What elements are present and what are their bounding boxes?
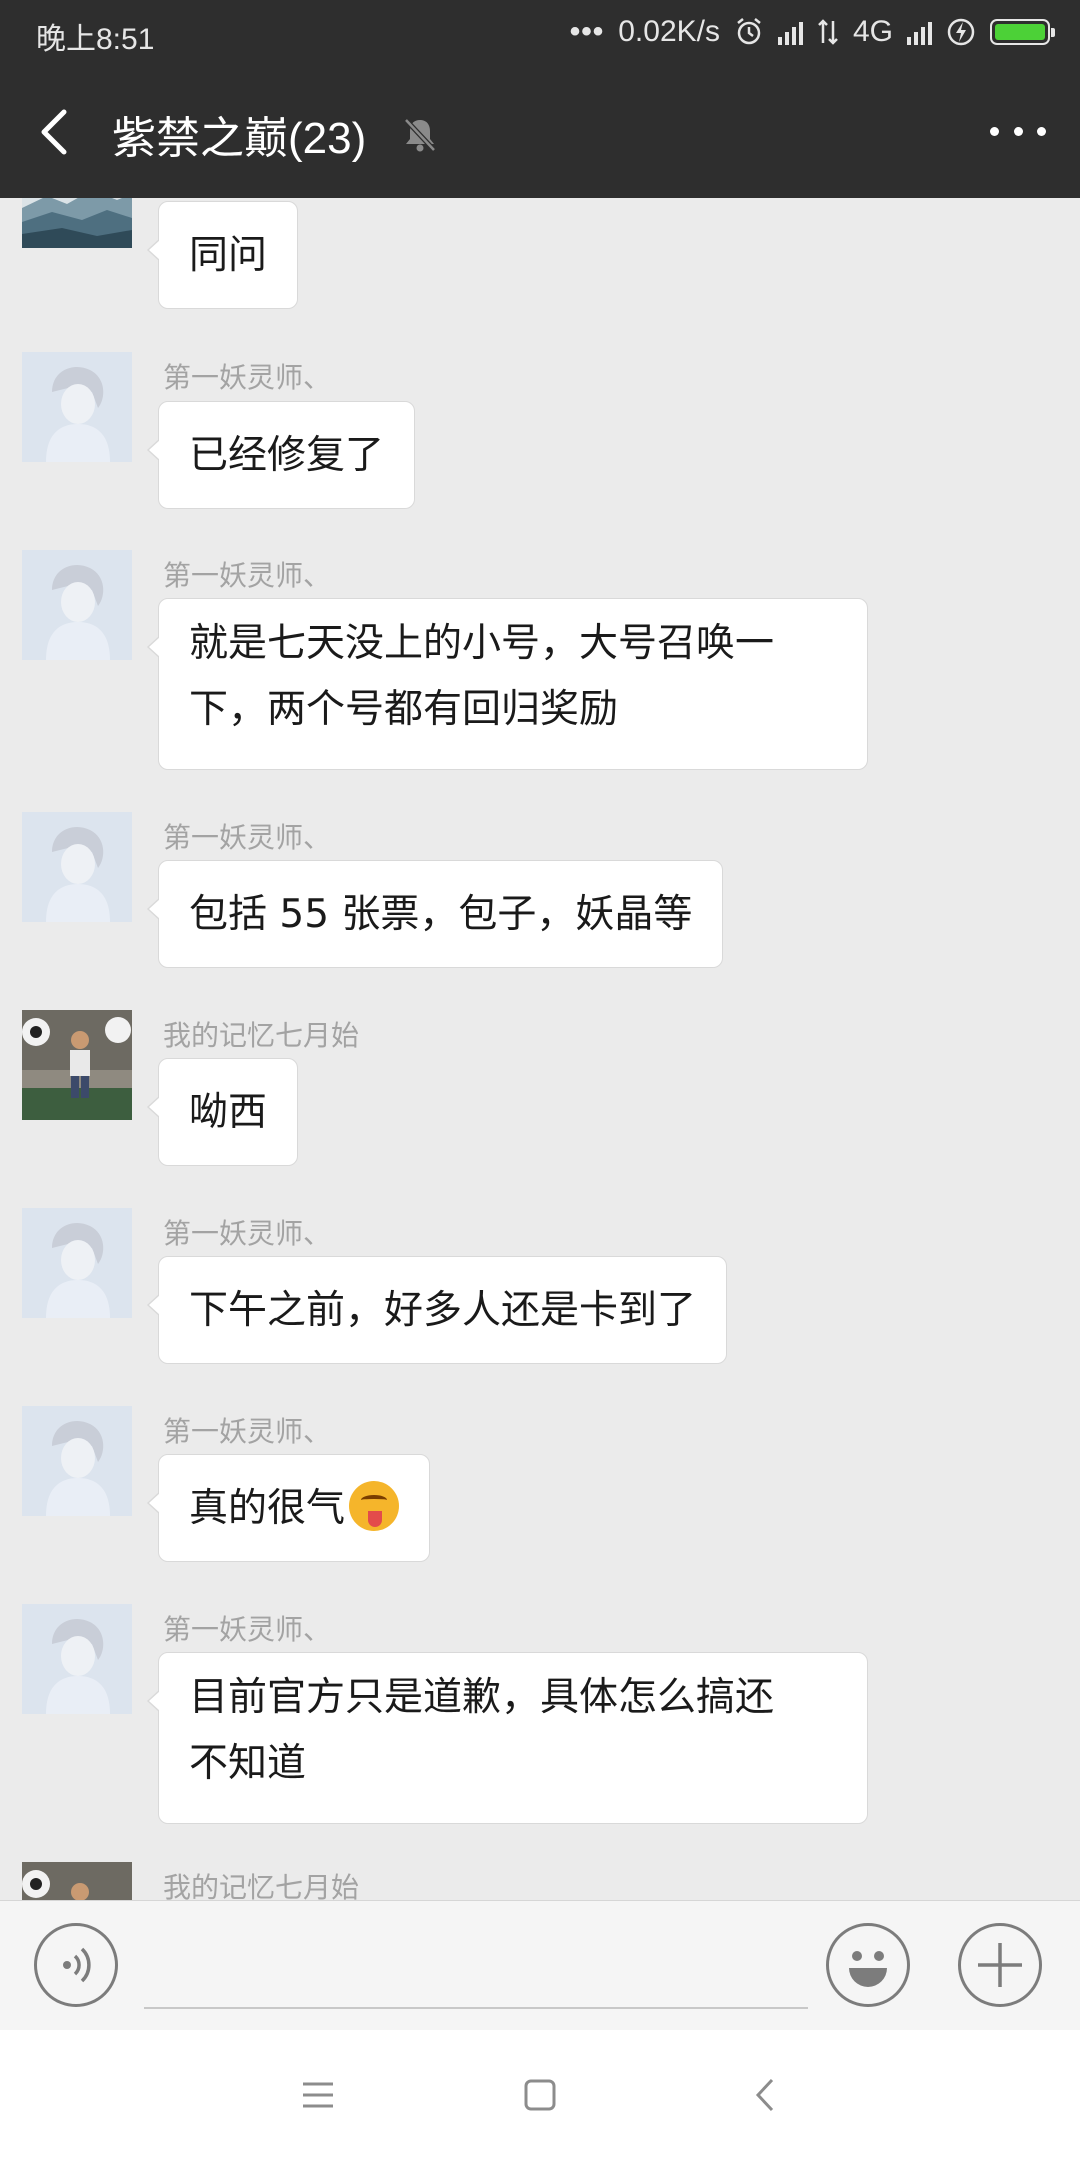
input-bar <box>0 1900 1080 2031</box>
signal-icon <box>777 19 803 45</box>
message-input[interactable] <box>144 1929 808 2009</box>
avatar-anime[interactable] <box>22 1604 132 1714</box>
back-arrow-icon[interactable] <box>28 104 84 160</box>
avatar-landscape[interactable] <box>22 198 132 248</box>
sender-name: 我的记忆七月始 <box>163 1019 360 1052</box>
emoji-icon <box>849 1951 887 1987</box>
message-line: 就是七天没上的小号，大号召唤一 <box>189 621 775 666</box>
chat-title: 紫禁之巅(23) <box>112 114 367 163</box>
avatar-anime[interactable] <box>22 1208 132 1318</box>
more-dots-icon <box>990 126 999 136</box>
status-icons: ••• 0.02K/s 4G <box>569 12 1055 52</box>
message-line: 不知道 <box>189 1741 307 1786</box>
message-bubble[interactable]: 已经修复了 <box>146 401 416 509</box>
network-speed: 0.02K/s <box>618 15 720 48</box>
chat-header: 紫禁之巅(23) <box>0 66 1080 198</box>
sender-name: 第一妖灵师、 <box>163 1217 332 1250</box>
status-time: 晚上8:51 <box>36 23 155 56</box>
message-bubble[interactable]: 就是七天没上的小号，大号召唤一 下，两个号都有回归奖励 <box>147 598 868 770</box>
message-bubble[interactable]: 真的很气 <box>146 1454 431 1562</box>
alarm-icon <box>737 18 761 45</box>
message-text: 真的很气 <box>189 1486 346 1531</box>
message-line: 目前官方只是道歉，具体怎么搞还 <box>189 1675 775 1720</box>
voice-icon <box>63 1947 91 1983</box>
sender-name: 第一妖灵师、 <box>163 821 332 854</box>
message-bubble[interactable]: 包括 55 张票，包子，妖晶等 <box>146 860 724 968</box>
message-list[interactable]: 同问 第一妖灵师、 已经修复了 第一妖灵师、 就是七天没上的小号，大号召唤一 下… <box>0 198 1080 1900</box>
message-bubble[interactable]: 目前官方只是道歉，具体怎么搞还 不知道 <box>147 1652 868 1824</box>
avatar-anime[interactable] <box>22 812 132 922</box>
emoji-button[interactable] <box>826 1923 910 2007</box>
message-bubble[interactable]: 下午之前，好多人还是卡到了 <box>146 1256 728 1364</box>
back-icon[interactable] <box>742 2070 792 2120</box>
status-bar: 晚上8:51 ••• 0.02K/s 4G <box>0 0 1080 66</box>
message-line: 下，两个号都有回归奖励 <box>189 687 619 732</box>
sender-name: 第一妖灵师、 <box>163 559 332 592</box>
avatar-child[interactable] <box>22 1010 132 1120</box>
tongue-out-emoji-icon <box>349 1481 400 1531</box>
battery-icon <box>990 19 1055 45</box>
system-nav-bar <box>0 2030 1080 2160</box>
message-bubble[interactable]: 同问 <box>146 201 299 309</box>
more-functions-button[interactable] <box>958 1923 1042 2007</box>
sender-name: 第一妖灵师、 <box>163 361 332 394</box>
network-type: 4G <box>852 15 893 48</box>
voice-input-button[interactable] <box>34 1923 118 2007</box>
sender-name: 第一妖灵师、 <box>163 1613 332 1646</box>
data-transfer-icon <box>818 19 838 45</box>
avatar-anime[interactable] <box>22 352 132 462</box>
sender-name: 我的记忆七月始 <box>163 1871 360 1900</box>
sender-name: 第一妖灵师、 <box>163 1415 332 1448</box>
avatar-anime[interactable] <box>22 1406 132 1516</box>
more-options-button[interactable] <box>990 116 1046 146</box>
charging-icon <box>947 18 975 46</box>
avatar-child[interactable] <box>22 1862 132 1900</box>
home-icon[interactable] <box>515 2070 565 2120</box>
more-notifications-indicator: ••• <box>569 15 605 48</box>
message-bubble[interactable]: 呦西 <box>146 1058 299 1166</box>
avatar-anime[interactable] <box>22 550 132 660</box>
plus-icon <box>978 1943 1022 1987</box>
signal-icon-2 <box>907 19 932 45</box>
menu-icon[interactable] <box>293 2070 343 2120</box>
bell-muted-icon <box>404 118 436 152</box>
